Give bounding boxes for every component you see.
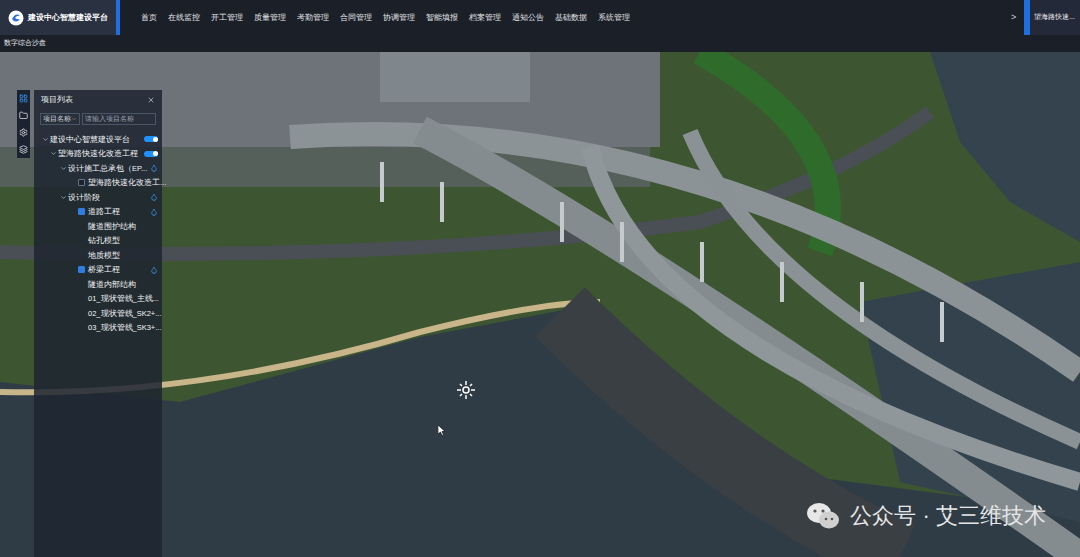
nav-item[interactable]: 在线监控: [165, 12, 203, 23]
tree-checkbox[interactable]: [78, 179, 85, 186]
folder-icon[interactable]: [19, 111, 28, 120]
tree-label[interactable]: 02_现状管线_SK2+...: [88, 308, 158, 319]
nav-item[interactable]: 合同管理: [337, 12, 375, 23]
locate-icon[interactable]: [150, 193, 158, 201]
nav-item[interactable]: 基础数据: [552, 12, 590, 23]
tree-row[interactable]: 望海路快速化改造工...: [40, 176, 162, 191]
tree-checkbox[interactable]: [78, 266, 85, 273]
sand-table-view[interactable]: 项目列表项目名称建设中心智慧建设平台望海路快速化改造工程设计施工总承包（EP..…: [0, 52, 1080, 557]
tree-row[interactable]: 桥梁工程: [40, 263, 162, 278]
tree-checkbox[interactable]: [78, 208, 85, 215]
tree-label[interactable]: 道路工程: [88, 206, 148, 217]
tree-row[interactable]: 隧道围护结构: [40, 219, 162, 234]
panel-header: 项目列表: [34, 90, 162, 110]
locate-icon[interactable]: [150, 208, 158, 216]
nav-item[interactable]: 考勤管理: [294, 12, 332, 23]
tree-row[interactable]: 隧道内部结构: [40, 277, 162, 292]
logo-icon: [8, 10, 24, 26]
tree-row[interactable]: 道路工程: [40, 205, 162, 220]
close-icon[interactable]: [147, 96, 155, 104]
nav-item[interactable]: 通知公告: [509, 12, 547, 23]
tree-label[interactable]: 地质模型: [88, 250, 158, 261]
locate-icon[interactable]: [150, 266, 158, 274]
visibility-toggle[interactable]: [144, 151, 158, 157]
project-select[interactable]: 望海路快速...: [1024, 0, 1080, 35]
tree-row[interactable]: 设计施工总承包（EP...: [40, 161, 162, 176]
nav-item[interactable]: 档案管理: [466, 12, 504, 23]
nav-item[interactable]: 首页: [138, 12, 160, 23]
tree-row[interactable]: 建设中心智慧建设平台: [40, 132, 162, 147]
tree-label[interactable]: 望海路快速化改造工...: [88, 177, 158, 188]
tree-label[interactable]: 建设中心智慧建设平台: [50, 134, 142, 145]
tree-row[interactable]: 地质模型: [40, 248, 162, 263]
search-input[interactable]: [82, 113, 156, 125]
project-panel: 项目列表项目名称建设中心智慧建设平台望海路快速化改造工程设计施工总承包（EP..…: [34, 90, 162, 557]
expand-icon[interactable]: [42, 136, 49, 143]
nav-item[interactable]: 系统管理: [595, 12, 633, 23]
expand-icon[interactable]: [50, 150, 57, 157]
project-tree: 建设中心智慧建设平台望海路快速化改造工程设计施工总承包（EP... 望海路快速化改…: [34, 128, 162, 335]
nav-item[interactable]: 质量管理: [251, 12, 289, 23]
tool-strip: [17, 90, 30, 158]
nav-item[interactable]: 智能填报: [423, 12, 461, 23]
tree-row[interactable]: 03_现状管线_SK3+...: [40, 321, 162, 336]
gear-icon[interactable]: [19, 128, 28, 137]
visibility-toggle[interactable]: [144, 136, 158, 142]
wechat-icon: [806, 502, 840, 530]
tree-label[interactable]: 望海路快速化改造工程: [58, 148, 142, 159]
tree-row[interactable]: 望海路快速化改造工程: [40, 147, 162, 162]
tree-label[interactable]: 03_现状管线_SK3+...: [88, 322, 158, 333]
filter-select[interactable]: 项目名称: [40, 113, 80, 125]
tree-label[interactable]: 桥梁工程: [88, 264, 148, 275]
tree-label[interactable]: 隧道内部结构: [88, 279, 158, 290]
nav-item[interactable]: 开工管理: [208, 12, 246, 23]
locate-icon[interactable]: [150, 164, 158, 172]
tree-row[interactable]: 01_现状管线_主线...: [40, 292, 162, 307]
tree-row[interactable]: 钻孔模型: [40, 234, 162, 249]
tree-label[interactable]: 设计施工总承包（EP...: [68, 163, 148, 174]
cursor-icon: [438, 425, 446, 436]
dropdown-icon: [71, 116, 77, 122]
watermark: 公众号 · 艾三维技术: [806, 499, 1046, 532]
search-row: 项目名称: [34, 110, 162, 128]
main-nav: 首页在线监控开工管理质量管理考勤管理合同管理协调管理智能填报档案管理通知公告基础…: [138, 12, 633, 23]
breadcrumb: 数字综合沙盘: [0, 35, 1080, 52]
expand-icon[interactable]: [60, 194, 67, 201]
expand-icon[interactable]: [60, 165, 67, 172]
tree-label[interactable]: 01_现状管线_主线...: [88, 293, 158, 304]
center-target-icon[interactable]: [457, 381, 475, 399]
nav-arrow[interactable]: >: [1011, 11, 1016, 25]
nav-item[interactable]: 协调管理: [380, 12, 418, 23]
scene-image: [0, 52, 1080, 557]
tree-label[interactable]: 钻孔模型: [88, 235, 158, 246]
logo[interactable]: 建设中心智慧建设平台: [0, 0, 120, 35]
grid-icon[interactable]: [19, 94, 28, 103]
tree-row[interactable]: 设计阶段: [40, 190, 162, 205]
app: 建设中心智慧建设平台 首页在线监控开工管理质量管理考勤管理合同管理协调管理智能填报…: [0, 0, 1080, 557]
tree-row[interactable]: 02_现状管线_SK2+...: [40, 306, 162, 321]
tree-label[interactable]: 隧道围护结构: [88, 221, 158, 232]
tree-label[interactable]: 设计阶段: [68, 192, 148, 203]
layers-icon[interactable]: [19, 145, 28, 154]
top-bar: 建设中心智慧建设平台 首页在线监控开工管理质量管理考勤管理合同管理协调管理智能填报…: [0, 0, 1080, 35]
